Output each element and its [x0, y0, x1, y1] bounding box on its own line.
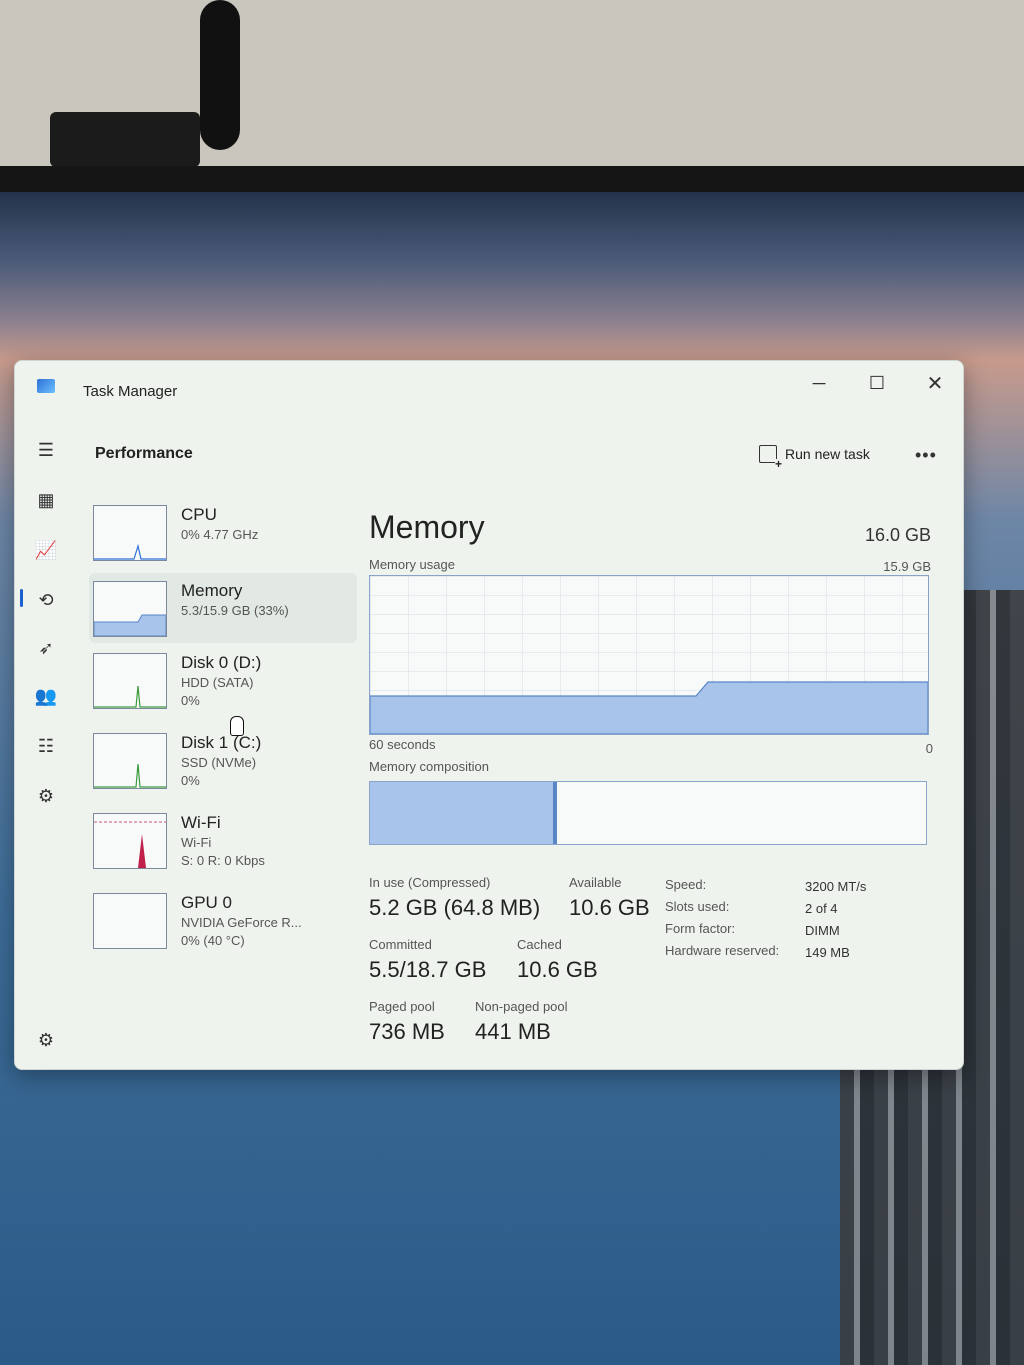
memory-usage-max: 15.9 GB [883, 559, 931, 574]
startup-apps-icon[interactable]: ➶ [31, 633, 61, 663]
nav-selection-indicator [20, 589, 23, 607]
device-thumbnail [93, 581, 167, 637]
wifi-sparkline [94, 821, 166, 868]
device-name: GPU 0 [181, 893, 233, 912]
nav-rail: ☰ ▦ 📈 ⟲ ➶ 👥 ☷ ⚙ ⚙ [15, 409, 77, 1069]
performance-icon[interactable]: 📈 [31, 535, 61, 565]
memory-total: 16.0 GB [864, 525, 931, 545]
device-thumbnail [93, 505, 167, 561]
memory-composition-label: Memory composition [369, 759, 489, 774]
settings-icon[interactable]: ⚙ [31, 1025, 61, 1055]
device-sub: 5.3/15.9 GB (33%) [181, 603, 289, 618]
device-sub: SSD (NVMe) [181, 755, 257, 770]
run-task-icon [759, 445, 783, 469]
minimize-button[interactable]: ─ [797, 367, 841, 399]
paged-pool-label: Paged pool [369, 999, 435, 1014]
memory-usage-graph [369, 575, 929, 735]
hamburger-menu-icon[interactable]: ☰ [31, 435, 61, 465]
device-sub2: 0% (40 °C) [181, 933, 245, 948]
committed-label: Committed [369, 937, 432, 952]
window-title: Task Manager [83, 383, 178, 400]
task-manager-app-icon [37, 379, 55, 393]
form-factor-value: DIMM [805, 923, 840, 938]
paged-pool-value: 736 MB [369, 1019, 445, 1044]
device-name: Disk 1 (C:) [181, 733, 262, 752]
slots-used-value: 2 of 4 [805, 901, 838, 916]
device-item-memory[interactable]: Memory 5.3/15.9 GB (33%) [89, 573, 357, 643]
memory-sparkline [94, 614, 166, 636]
mouse-cursor-icon [230, 716, 244, 736]
memory-usage-label: Memory usage [369, 557, 455, 572]
device-item-disk0[interactable]: Disk 0 (D:) HDD (SATA) 0% [89, 645, 357, 715]
device-sub2: S: 0 R: 0 Kbps [181, 853, 265, 868]
close-button[interactable]: ✕ [913, 367, 957, 399]
in-use-value: 5.2 GB (64.8 MB) [369, 895, 541, 920]
more-options-button[interactable]: ••• [915, 445, 937, 466]
device-sub: Wi-Fi [181, 835, 212, 850]
device-item-disk1[interactable]: Disk 1 (C:) SSD (NVMe) 0% [89, 725, 357, 795]
device-sub: 0% 4.77 GHz [181, 527, 259, 542]
device-thumbnail [93, 653, 167, 709]
device-thumbnail [93, 733, 167, 789]
processes-icon[interactable]: ▦ [31, 485, 61, 515]
app-history-icon[interactable]: ⟲ [31, 585, 61, 615]
non-paged-pool-label: Non-paged pool [475, 999, 568, 1014]
cable [200, 0, 240, 150]
device-sub: NVIDIA GeForce R... [181, 915, 302, 930]
time-axis-zero: 0 [925, 741, 933, 756]
disk0-sparkline [94, 685, 166, 708]
power-plug [50, 112, 200, 167]
memory-usage-svg [370, 576, 928, 734]
device-item-cpu[interactable]: CPU 0% 4.77 GHz [89, 497, 357, 567]
cpu-sparkline [94, 543, 166, 560]
non-paged-pool-value: 441 MB [475, 1019, 551, 1044]
cached-value: 10.6 GB [517, 957, 598, 982]
device-sub: HDD (SATA) [181, 675, 254, 690]
in-use-label: In use (Compressed) [369, 875, 491, 890]
page-title: Performance [95, 445, 193, 462]
speed-value: 3200 MT/s [805, 879, 867, 894]
cached-label: Cached [517, 937, 562, 952]
available-value: 10.6 GB [569, 895, 650, 920]
device-item-wifi[interactable]: Wi-Fi Wi-Fi S: 0 R: 0 Kbps [89, 805, 357, 875]
device-item-gpu0[interactable]: GPU 0 NVIDIA GeForce R... 0% (40 °C) [89, 885, 357, 955]
device-name: Disk 0 (D:) [181, 653, 262, 672]
maximize-button[interactable]: ☐ [855, 367, 899, 399]
title-bar[interactable]: Task Manager ─ ☐ ✕ [15, 361, 963, 409]
hardware-reserved-label: Hardware reserved: [665, 943, 780, 958]
services-icon[interactable]: ⚙ [31, 781, 61, 811]
device-sub2: 0% [181, 773, 200, 788]
device-sub2: 0% [181, 693, 200, 708]
form-factor-label: Form factor: [665, 921, 736, 936]
device-name: Memory [181, 581, 243, 600]
memory-composition-bar [369, 781, 927, 845]
run-new-task-button[interactable]: Run new task [759, 445, 870, 469]
device-thumbnail [93, 893, 167, 949]
committed-value: 5.5/18.7 GB [369, 957, 487, 982]
task-manager-window: Task Manager ─ ☐ ✕ ☰ ▦ 📈 ⟲ ➶ 👥 ☷ ⚙ ⚙ Per… [14, 360, 964, 1070]
users-icon[interactable]: 👥 [31, 681, 61, 711]
device-name: Wi-Fi [181, 813, 221, 832]
slots-used-label: Slots used: [665, 899, 730, 914]
time-axis-label: 60 seconds [369, 737, 436, 752]
device-name: CPU [181, 505, 217, 524]
available-label: Available [569, 875, 622, 890]
run-new-task-label: Run new task [785, 446, 870, 462]
hardware-reserved-value: 149 MB [805, 945, 850, 960]
composition-in-use [370, 782, 558, 844]
monitor-bezel [0, 166, 1024, 192]
memory-title: Memory [369, 509, 485, 545]
disk1-sparkline [94, 763, 166, 788]
device-thumbnail [93, 813, 167, 869]
wall-background [0, 0, 1024, 175]
speed-label: Speed: [665, 877, 707, 892]
details-icon[interactable]: ☷ [31, 731, 61, 761]
